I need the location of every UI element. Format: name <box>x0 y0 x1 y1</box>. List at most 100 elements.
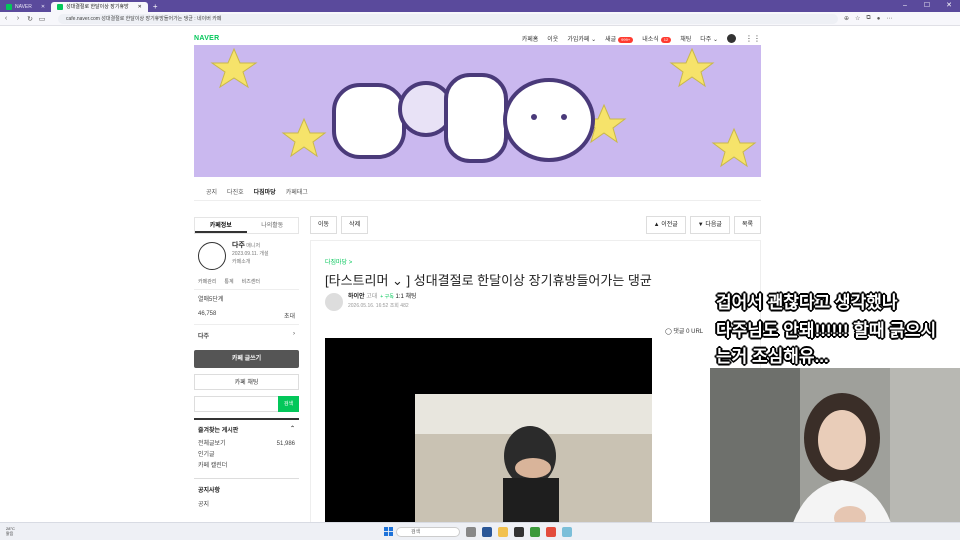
file-explorer-icon[interactable] <box>498 527 508 537</box>
banner-art <box>210 47 757 168</box>
board-breadcrumb[interactable]: 다짐마당 > <box>325 257 352 266</box>
board-list: 전체글보기 51,986 인기글 카페 캘린더 <box>194 439 299 472</box>
back-icon[interactable]: ‹ <box>0 15 12 22</box>
subscribe-button[interactable]: + 구독 <box>380 294 394 300</box>
article-meta: 2026.05.16. 16:52 조회 482 <box>348 303 409 309</box>
reload-icon[interactable]: ↻ <box>24 15 36 23</box>
article-title: [타스트리머 ⌄ ] 성대결절로 한달이상 장기휴방들어가는 댕균 <box>325 273 652 288</box>
manager-name[interactable]: 다주 <box>232 242 245 249</box>
cafe-manage-link[interactable]: 카페관리 <box>198 278 216 285</box>
xbox-icon[interactable] <box>530 527 540 537</box>
menu-notice[interactable]: 공지 <box>206 187 217 196</box>
favorite-boards-header[interactable]: 즐겨찾는 게시판 ⌃ <box>194 418 299 439</box>
member-count: 46,758 초대 <box>198 311 295 320</box>
menu-icon[interactable]: ⋯ <box>886 15 892 22</box>
video-frame <box>415 394 652 528</box>
maximize-icon[interactable]: ☐ <box>916 0 938 12</box>
taskbar-apps <box>466 527 572 537</box>
global-nav: 카페홈 이웃 가입카페 ⌄ 새글 999+ 내소식 12 채팅 다주 ⌄ ⋮⋮ <box>522 33 761 43</box>
one-on-one-chat[interactable]: 1:1 채팅 <box>395 294 416 300</box>
next-post-button[interactable]: ▼ 다음글 <box>689 216 730 234</box>
nav-cafe-home[interactable]: 카페홈 <box>522 34 539 43</box>
url-field[interactable]: cafe.naver.com 성대결절로 한달이상 장기휴방들어가는 댕균 : … <box>58 13 838 24</box>
close-window-icon[interactable]: ✕ <box>938 0 960 12</box>
embedded-video[interactable] <box>325 338 652 528</box>
zoom-icon[interactable]: ⊕ <box>844 15 849 22</box>
move-button[interactable]: 이동 <box>310 216 338 234</box>
chrome-icon[interactable] <box>546 527 556 537</box>
url-button[interactable]: URL <box>691 329 703 335</box>
task-view-icon[interactable] <box>466 527 476 537</box>
grid-menu-icon[interactable]: ⋮⋮ <box>745 34 761 43</box>
banner-logo-letters <box>332 73 595 163</box>
nav-joined-cafes[interactable]: 가입카페 ⌄ <box>567 34 596 43</box>
extensions-icon[interactable]: ⧉ <box>866 15 870 22</box>
stats-link[interactable]: 통계 <box>224 278 233 285</box>
board-popular[interactable]: 인기글 <box>198 450 295 461</box>
bookmark-icon[interactable]: ☆ <box>855 15 860 22</box>
stream-caption-line-1: 겁어서 괜찮다고 생각했나 <box>716 293 898 312</box>
cafe-chat-button[interactable]: 카페 채팅 <box>194 374 299 390</box>
author-info: 하이안 고대 + 구독 1:1 채팅 2026.05.16. 16:52 조회 4… <box>325 293 417 311</box>
delete-button[interactable]: 삭제 <box>341 216 369 234</box>
owner-row[interactable]: 다주 › <box>194 324 299 344</box>
cafe-intro-link[interactable]: 카페소개 <box>232 258 269 266</box>
weather-widget[interactable]: 28°C 맑음 <box>6 526 15 536</box>
tab-my-activity[interactable]: 나의활동 <box>247 218 299 233</box>
star-icon <box>669 47 715 88</box>
close-tab-icon[interactable]: ✕ <box>138 2 142 12</box>
new-tab-button[interactable]: + <box>148 2 163 12</box>
forward-icon[interactable]: › <box>12 15 24 22</box>
nav-new-posts[interactable]: 새글 999+ <box>605 34 634 43</box>
article-toolbar: 이동 삭제 ▲ 이전글 ▼ 다음글 목록 <box>310 216 761 234</box>
chat-bubble-icon[interactable] <box>727 33 736 43</box>
webcam-overlay <box>710 368 960 540</box>
star-icon <box>711 127 757 168</box>
menu-dajinho[interactable]: 다진호 <box>227 187 244 196</box>
menu-dajim-madang[interactable]: 다짐마당 <box>254 187 276 196</box>
search-button[interactable]: 검색 <box>278 396 299 412</box>
author-name[interactable]: 하이안 <box>348 294 365 300</box>
nav-user[interactable]: 다주 ⌄ <box>700 34 718 43</box>
comment-link[interactable]: ◯ 댓글 0 URL <box>665 326 703 335</box>
chevron-up-icon: ⌃ <box>289 426 295 432</box>
tab-cafe-post[interactable]: 성대결절로 한달이상 장기휴방 ✕ <box>51 2 148 12</box>
app-icon[interactable] <box>562 527 572 537</box>
search-input[interactable] <box>194 396 278 412</box>
cafe-banner[interactable] <box>194 45 761 177</box>
cafe-header: NAVER 카페홈 이웃 가입카페 ⌄ 새글 999+ 내소식 12 채팅 다주 ⌄… <box>194 30 761 46</box>
address-bar: ‹ › ↻ ▭ cafe.naver.com 성대결절로 한달이상 장기휴방들어… <box>0 12 960 26</box>
taskbar-search[interactable]: 검색 <box>396 527 460 537</box>
cafe-menu-bar: 공지 다진호 다짐마당 카페태그 <box>194 183 761 201</box>
tab-cafe-info[interactable]: 카페정보 <box>195 218 247 233</box>
article: 다짐마당 > [타스트리머 ⌄ ] 성대결절로 한달이상 장기휴방들어가는 댕균… <box>310 240 761 528</box>
window-controls: – ☐ ✕ <box>894 0 960 12</box>
invite-link[interactable]: 초대 <box>284 311 295 320</box>
minimize-icon[interactable]: – <box>894 0 916 12</box>
edge-icon[interactable] <box>482 527 492 537</box>
windows-start-icon[interactable] <box>384 527 393 536</box>
profile-icon[interactable]: ● <box>877 16 881 22</box>
naver-logo[interactable]: NAVER <box>194 35 219 42</box>
nav-neighbors[interactable]: 이웃 <box>547 34 558 43</box>
nav-chat[interactable]: 채팅 <box>680 34 691 43</box>
list-button[interactable]: 목록 <box>733 216 761 234</box>
nav-my-news[interactable]: 내소식 12 <box>642 34 672 43</box>
naver-favicon-icon <box>6 4 12 10</box>
cafe-sidebar: 카페정보 나의활동 다주 매니저 2023.09.11. 개설 카페소개 카페관… <box>194 217 299 511</box>
cafe-rank: 열매5단계 <box>198 297 224 303</box>
author-avatar[interactable] <box>325 293 343 311</box>
board-calendar[interactable]: 카페 캘린더 <box>198 461 295 472</box>
board-notice[interactable]: 공지 <box>198 500 295 511</box>
avatar[interactable] <box>198 242 226 270</box>
board-all-posts[interactable]: 전체글보기 51,986 <box>198 439 295 450</box>
prev-post-button[interactable]: ▲ 이전글 <box>645 216 686 234</box>
write-post-button[interactable]: 카페 글쓰기 <box>194 350 299 368</box>
menu-cafe-tag[interactable]: 카페태그 <box>286 187 308 196</box>
star-icon <box>210 47 258 89</box>
tab-list-icon[interactable]: ▭ <box>36 15 48 23</box>
biz-center-link[interactable]: 비즈센터 <box>242 278 260 285</box>
close-tab-icon[interactable]: ✕ <box>41 2 45 12</box>
app-icon[interactable] <box>514 527 524 537</box>
tab-naver[interactable]: NAVER ✕ <box>0 2 51 12</box>
